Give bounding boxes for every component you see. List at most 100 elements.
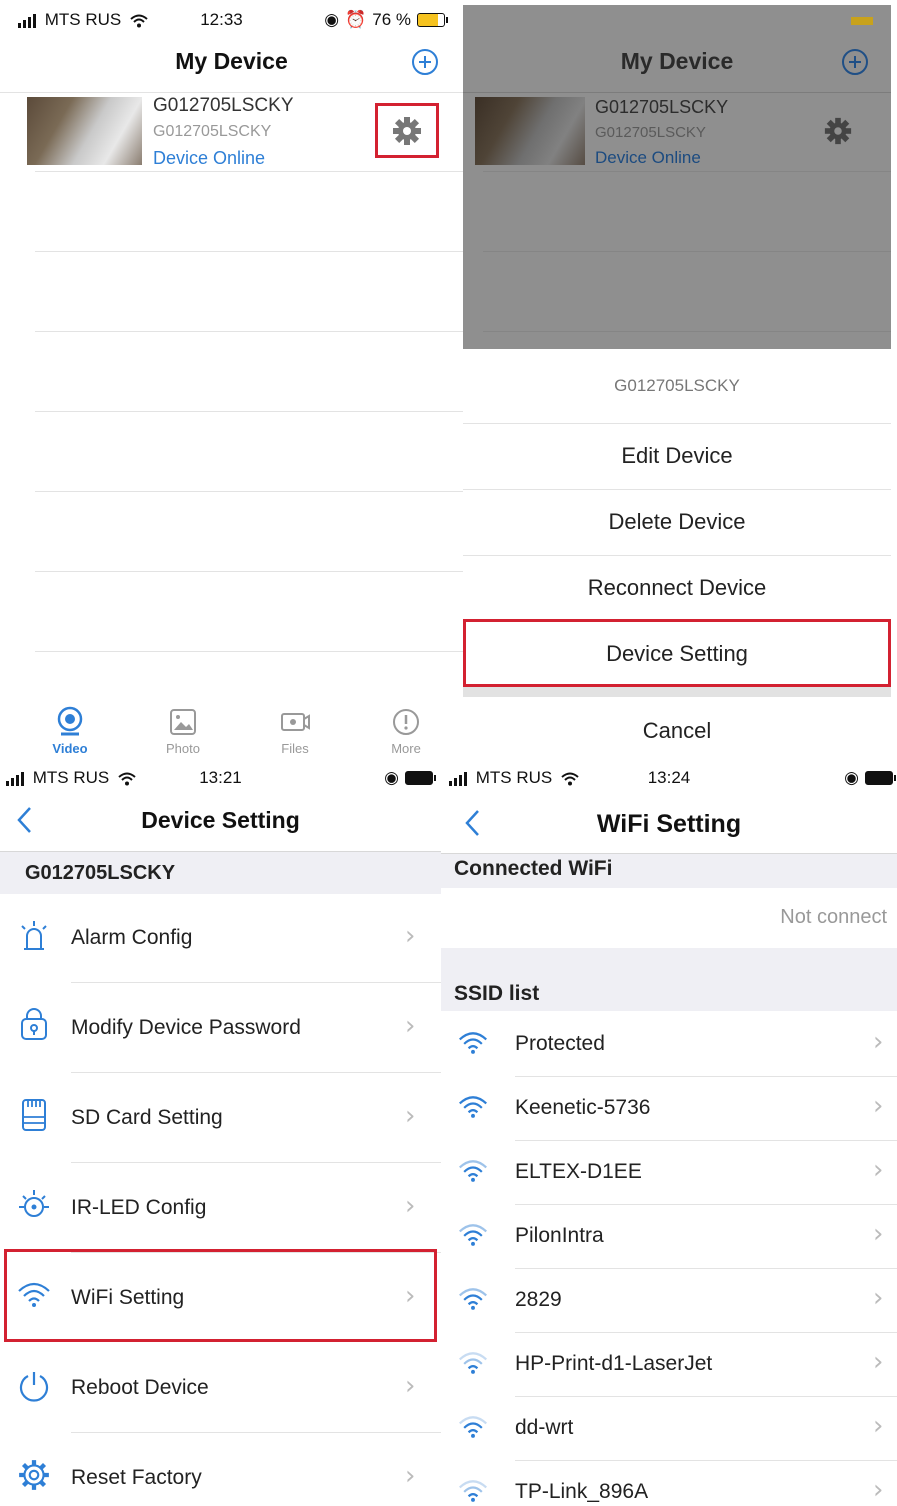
divider: [483, 251, 891, 252]
add-device-icon: [842, 49, 868, 75]
wifi-icon: [459, 1288, 487, 1310]
ssid-row[interactable]: 2829 ›: [441, 1268, 897, 1332]
ssid-name: PilonIntra: [515, 1224, 604, 1247]
row-label: Modify Device Password: [71, 1016, 301, 1039]
divider: [463, 92, 891, 93]
tab-label: Video: [52, 741, 88, 756]
device-row[interactable]: G012705LSCKY G012705LSCKY Device Online: [0, 93, 463, 171]
divider: [35, 331, 463, 332]
highlight-settings: [375, 103, 439, 158]
cancel-button[interactable]: Cancel: [463, 718, 891, 744]
tab-files[interactable]: Files: [255, 706, 335, 756]
ssid-list: Protected › Keenetic-5736 › ELTEX-D1EE ›…: [441, 1012, 897, 1506]
delete-device-button[interactable]: Delete Device: [463, 509, 891, 535]
device-name: G012705LSCKY: [595, 97, 729, 117]
page-title: My Device: [175, 48, 288, 74]
highlight-wifi-setting: [4, 1249, 437, 1342]
chevron-right-icon: ›: [405, 1191, 416, 1221]
chevron-right-icon: ›: [873, 1475, 884, 1505]
chevron-right-icon: ›: [873, 1219, 884, 1249]
battery-icon: [865, 771, 896, 785]
wifi-icon: [459, 1096, 487, 1118]
tab-label: Files: [281, 741, 309, 756]
ssid-name: ELTEX-D1EE: [515, 1160, 642, 1183]
chevron-right-icon: ›: [873, 1411, 884, 1441]
ssid-row[interactable]: TP-Link_896A ›: [441, 1460, 897, 1506]
setting-row-alarm[interactable]: Alarm Config ›: [0, 893, 441, 983]
divider: [463, 489, 891, 490]
ssid-header: SSID list: [441, 948, 897, 1011]
row-label: Reboot Device: [71, 1376, 209, 1399]
tab-label: More: [391, 741, 421, 756]
photo-icon: [170, 709, 196, 735]
chevron-right-icon: ›: [405, 921, 416, 951]
sheet-gap: [463, 687, 891, 697]
device-thumbnail: [27, 97, 142, 165]
ssid-row[interactable]: HP-Print-d1-LaserJet ›: [441, 1332, 897, 1396]
tab-more[interactable]: More: [366, 706, 446, 756]
wifi-icon: [459, 1352, 487, 1374]
device-id: G012705LSCKY: [595, 124, 706, 141]
ssid-row[interactable]: dd-wrt ›: [441, 1396, 897, 1460]
alarm-clock-icon: ⏰: [345, 10, 367, 29]
status-bar: MTS RUS 13:21 ◉: [0, 768, 441, 790]
page-title: My Device: [620, 48, 734, 74]
ssid-row[interactable]: Keenetic-5736 ›: [441, 1076, 897, 1140]
chevron-right-icon: ›: [873, 1283, 884, 1313]
setting-row-reset[interactable]: Reset Factory ›: [0, 1433, 441, 1506]
camera-icon: [57, 706, 83, 736]
setting-row-password[interactable]: Modify Device Password ›: [0, 983, 441, 1073]
alarm-icon: [21, 921, 47, 950]
sheet-header: G012705LSCKY: [614, 376, 740, 395]
tab-photo[interactable]: Photo: [143, 706, 223, 756]
device-status: Device Online: [595, 148, 701, 167]
row-label: Alarm Config: [71, 926, 193, 949]
status-right: ◉ ⏰ 76 %: [324, 10, 448, 30]
chevron-right-icon: ›: [405, 1101, 416, 1131]
device-id: G012705LSCKY: [153, 123, 272, 140]
ssid-row[interactable]: ELTEX-D1EE ›: [441, 1140, 897, 1204]
setting-row-sdcard[interactable]: SD Card Setting ›: [0, 1073, 441, 1163]
power-icon: [19, 1372, 49, 1402]
section-header: G012705LSCKY: [0, 851, 441, 894]
lock-rotation-icon: ◉: [324, 10, 340, 29]
wifi-icon: [459, 1160, 487, 1182]
ssid-name: TP-Link_896A: [515, 1480, 649, 1503]
wifi-icon: [459, 1032, 487, 1054]
setting-row-irled[interactable]: IR-LED Config ›: [0, 1163, 441, 1253]
row-label: Reset Factory: [71, 1466, 202, 1489]
setting-row-reboot[interactable]: Reboot Device ›: [0, 1343, 441, 1433]
led-icon: [19, 1190, 49, 1217]
sdcard-icon: [22, 1099, 46, 1131]
screen-action-sheet: My Device G012705LSCKY G012705LSCKY Devi…: [463, 5, 891, 762]
ssid-row[interactable]: Protected ›: [441, 1012, 897, 1076]
reconnect-device-button[interactable]: Reconnect Device: [463, 575, 891, 601]
edit-device-button[interactable]: Edit Device: [463, 443, 891, 469]
lock-rotation-icon: ◉: [384, 768, 399, 787]
chevron-right-icon: ›: [873, 1091, 884, 1121]
row-label: IR-LED Config: [71, 1196, 207, 1219]
tab-video[interactable]: Video: [30, 706, 110, 756]
status-bar: MTS RUS 13:24 ◉: [441, 768, 897, 790]
battery-percent: 76 %: [372, 10, 411, 29]
dimmed-background: My Device G012705LSCKY G012705LSCKY Devi…: [463, 5, 891, 349]
chevron-right-icon: ›: [405, 1011, 416, 1041]
ssid-name: Keenetic-5736: [515, 1096, 651, 1119]
clock: 13:24: [647, 768, 691, 787]
connected-value: Not connect: [780, 906, 887, 928]
add-device-icon[interactable]: [411, 48, 439, 76]
ssid-name: dd-wrt: [515, 1416, 574, 1439]
ssid-row[interactable]: PilonIntra ›: [441, 1204, 897, 1268]
ssid-name: HP-Print-d1-LaserJet: [515, 1352, 713, 1375]
screen-wifi-setting: MTS RUS 13:24 ◉ WiFi Setting Connected W…: [441, 765, 897, 1506]
settings-gear-icon: [824, 117, 852, 145]
wifi-icon: [459, 1224, 487, 1246]
section-title: G012705LSCKY: [25, 862, 176, 884]
divider: [35, 171, 463, 172]
ssid-name: 2829: [515, 1288, 562, 1311]
lock-rotation-icon: ◉: [844, 768, 859, 787]
divider: [35, 491, 463, 492]
battery-indicator: [851, 17, 873, 25]
tab-bar: Video Photo Files More: [0, 700, 463, 765]
clock: 13:21: [199, 768, 242, 787]
